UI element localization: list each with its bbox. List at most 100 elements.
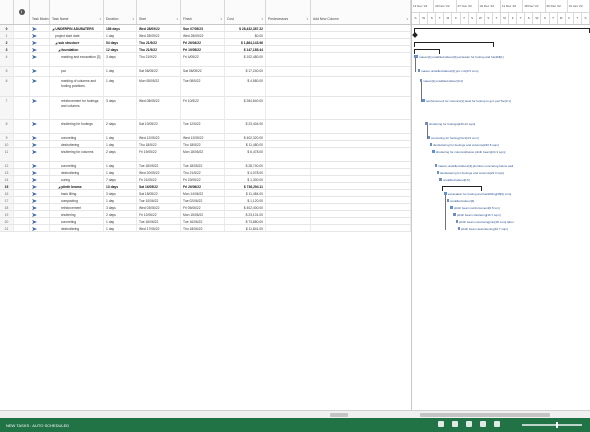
task-mode-cell[interactable] bbox=[30, 225, 50, 231]
start-cell[interactable]: Wed 03/06/22 bbox=[137, 204, 181, 210]
add-new-column-cell[interactable] bbox=[311, 134, 411, 140]
gantt-view-icon[interactable] bbox=[438, 421, 444, 427]
predecessors-cell[interactable] bbox=[266, 39, 311, 45]
finish-cell[interactable]: Tue 18/05/22 bbox=[181, 162, 225, 168]
table-row[interactable]: 7 reinforcement for footings and columns 3… bbox=[0, 97, 411, 120]
task-name-cell[interactable]: concreting bbox=[50, 134, 104, 140]
gantt-chart[interactable]: 13 Nov '22 20 Nov '22 27 Nov '22 04 Dec '22… bbox=[412, 0, 590, 418]
collapse-caret-icon[interactable]: ◢ bbox=[55, 41, 57, 45]
task-name-cell[interactable]: reinforcement for footings and columns bbox=[50, 97, 104, 119]
predecessors-cell[interactable] bbox=[266, 211, 311, 217]
task-bar[interactable] bbox=[435, 164, 437, 167]
task-mode-cell[interactable] bbox=[30, 169, 50, 175]
finish-cell[interactable]: Mon 14/06/22 bbox=[181, 190, 225, 196]
task-mode-cell[interactable] bbox=[30, 211, 50, 217]
predecessors-cell[interactable] bbox=[266, 67, 311, 76]
finish-header[interactable]: Finish ▾ bbox=[181, 0, 225, 24]
cost-cell[interactable]: $ 1,120.00 bbox=[225, 197, 266, 203]
cost-cell[interactable]: $ 284,840.00 bbox=[225, 97, 266, 119]
task-bar[interactable] bbox=[458, 227, 460, 230]
duration-cell[interactable]: 3 days bbox=[104, 190, 137, 196]
finish-cell[interactable]: Tue 12/5/22 bbox=[181, 120, 225, 133]
table-row[interactable]: 17 compacting 1 day Tue 10/06/22 Tue 02/06/2… bbox=[0, 197, 411, 204]
cost-cell[interactable]: $ 102,480.00 bbox=[225, 53, 266, 66]
table-row[interactable]: 13 deshuttering 1 day Wed 20/05/22 Thu 21/5/… bbox=[0, 169, 411, 176]
summary-bar[interactable] bbox=[414, 28, 590, 33]
table-row[interactable]: 0 ◢UNDERPIN ADUBATERS 156 days Wed 28/09/22… bbox=[0, 25, 411, 32]
predecessors-cell[interactable] bbox=[266, 46, 311, 52]
predecessors-cell[interactable] bbox=[266, 97, 311, 119]
start-cell[interactable]: Sat 06/05/22 bbox=[137, 67, 181, 76]
add-new-column-cell[interactable] bbox=[311, 97, 411, 119]
add-new-column-cell[interactable] bbox=[311, 162, 411, 168]
task-name-cell[interactable]: marking and excavation [3] bbox=[50, 53, 104, 66]
duration-cell[interactable]: 1 day bbox=[104, 162, 137, 168]
zoom-slider[interactable] bbox=[522, 422, 582, 428]
row-number-header[interactable] bbox=[0, 0, 14, 24]
task-bar[interactable] bbox=[422, 99, 425, 102]
dependency-link[interactable] bbox=[415, 58, 416, 72]
finish-cell[interactable]: Sat 06/05/22 bbox=[181, 67, 225, 76]
task-bar[interactable] bbox=[437, 171, 439, 174]
start-cell[interactable]: Sat 16/05/22 bbox=[137, 183, 181, 189]
predecessors-cell[interactable] bbox=[266, 32, 311, 38]
dependency-link[interactable] bbox=[445, 195, 446, 230]
task-mode-cell[interactable] bbox=[30, 53, 50, 66]
table-row[interactable]: 6 marking of columns and footing position… bbox=[0, 77, 411, 97]
table-row[interactable]: 16 back filling 3 days Sat 18/05/22 Mon 14/0… bbox=[0, 190, 411, 197]
start-cell[interactable]: Wed 08/05/22 bbox=[137, 97, 181, 119]
start-cell[interactable]: Thu 21/9/22 bbox=[137, 39, 181, 45]
start-cell[interactable]: Wed 20/05/22 bbox=[137, 169, 181, 175]
milestone-marker[interactable] bbox=[412, 32, 418, 38]
task-bar[interactable] bbox=[418, 69, 420, 72]
row-number[interactable]: 9 bbox=[0, 134, 14, 140]
task-name-cell[interactable]: ◢foundation bbox=[50, 46, 104, 52]
duration-cell[interactable]: 2 days bbox=[104, 148, 137, 161]
task-name-cell[interactable]: marking of columns and footing positions bbox=[50, 77, 104, 96]
row-number[interactable]: 1 bbox=[0, 32, 14, 38]
task-mode-cell[interactable] bbox=[30, 77, 50, 96]
add-new-column-cell[interactable] bbox=[311, 218, 411, 224]
duration-cell[interactable]: 1 day bbox=[104, 134, 137, 140]
start-cell[interactable]: Fri 19/05/22 bbox=[137, 148, 181, 161]
add-new-column-cell[interactable] bbox=[311, 67, 411, 76]
row-number[interactable]: 8 bbox=[0, 120, 14, 133]
add-new-column-cell[interactable] bbox=[311, 39, 411, 45]
task-mode-cell[interactable] bbox=[30, 148, 50, 161]
start-cell[interactable]: Wed 17/06/22 bbox=[137, 225, 181, 231]
scrollbar-thumb-right[interactable] bbox=[420, 413, 550, 417]
task-name-cell[interactable]: ◢plinth beams bbox=[50, 183, 104, 189]
table-row[interactable]: 21 deshuttering 1 day Wed 17/06/22 Thu 18/06… bbox=[0, 225, 411, 232]
team-planner-view-icon[interactable] bbox=[466, 421, 472, 427]
finish-cell[interactable]: Fri 05/06/22 bbox=[181, 204, 225, 210]
add-new-column-cell[interactable] bbox=[311, 225, 411, 231]
predecessors-cell[interactable] bbox=[266, 225, 311, 231]
predecessors-cell[interactable] bbox=[266, 25, 311, 31]
table-row[interactable]: 8 shuttering for footings 2 days Sat 10/05/… bbox=[0, 120, 411, 134]
predecessors-cell[interactable] bbox=[266, 148, 311, 161]
predecessors-cell[interactable] bbox=[266, 77, 311, 96]
row-number[interactable]: 20 bbox=[0, 218, 14, 224]
predecessors-cell[interactable] bbox=[266, 53, 311, 66]
predecessors-cell[interactable] bbox=[266, 162, 311, 168]
cost-cell[interactable]: $ 147,185.44 bbox=[225, 46, 266, 52]
duration-cell[interactable]: 3 days bbox=[104, 97, 137, 119]
cost-cell[interactable]: $ 1,300.00 bbox=[225, 176, 266, 182]
row-number[interactable]: 13 bbox=[0, 169, 14, 175]
add-new-column-cell[interactable] bbox=[311, 25, 411, 31]
task-name-cell[interactable]: shuttering bbox=[50, 211, 104, 217]
task-name-cell[interactable]: project start date bbox=[50, 32, 104, 38]
start-cell[interactable]: Fri 21/05/22 bbox=[137, 176, 181, 182]
collapse-caret-icon[interactable]: ◢ bbox=[58, 185, 60, 189]
task-usage-view-icon[interactable] bbox=[452, 421, 458, 427]
finish-cell[interactable]: Fri 26/06/22 bbox=[181, 183, 225, 189]
row-number[interactable]: 5 bbox=[0, 67, 14, 76]
table-row[interactable]: 9 concreting 1 day Wed 12/05/22 Wed 12/05/22… bbox=[0, 134, 411, 141]
task-name-cell[interactable]: deshuttering bbox=[50, 141, 104, 147]
add-new-column-cell[interactable] bbox=[311, 120, 411, 133]
finish-cell[interactable]: Thu 18/06/22 bbox=[181, 225, 225, 231]
finish-cell[interactable]: Fri 23/05/22 bbox=[181, 176, 225, 182]
finish-cell[interactable]: Fri 26/04/22 bbox=[181, 39, 225, 45]
task-mode-cell[interactable] bbox=[30, 190, 50, 196]
row-number[interactable]: 11 bbox=[0, 148, 14, 161]
